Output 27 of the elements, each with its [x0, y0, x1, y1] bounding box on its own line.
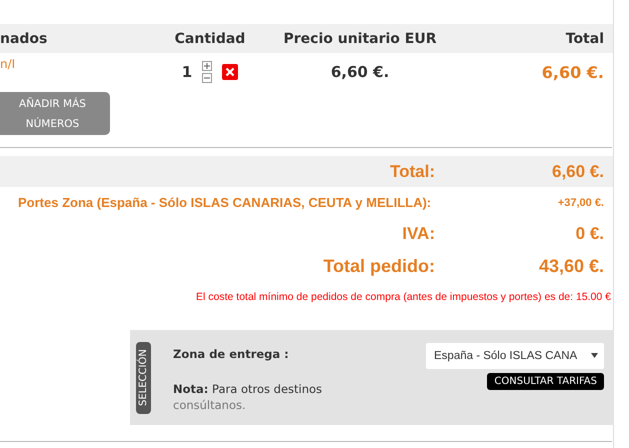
minimum-order-note: El coste total mínimo de pedidos de compra (antes de impuestos y portes) es de: 15.00 €: [195, 291, 612, 303]
summary-label: Portes Zona (España - Sólo ISLAS CANARIAS, CEUTA y MELILLA):: [17, 195, 432, 210]
summary-value: 6,60 €.: [551, 162, 604, 182]
column-header: Precio unitario EUR: [282, 30, 438, 46]
summary-value: +37,00 €.: [556, 196, 604, 208]
contact-link[interactable]: consúltanos.: [173, 398, 246, 412]
unit-price: 6,60 €.: [330, 63, 390, 81]
summary-label: Total:: [388, 162, 435, 182]
plus-icon[interactable]: [202, 61, 212, 71]
quantity: 1: [182, 63, 192, 81]
zone-select[interactable]: España - Sólo ISLAS CANA: [426, 342, 604, 368]
zone-label: Zona de entrega :: [173, 346, 289, 360]
column-header: Cantidad: [174, 30, 246, 46]
product-link[interactable]: n/I: [0, 53, 150, 71]
consult-rates-button[interactable]: CONSULTAR TARIFAS: [487, 372, 604, 390]
summary-value: 43,60 €.: [538, 256, 604, 276]
delivery-note: Nota: Para otros destinos consúltanos.: [173, 380, 324, 412]
delete-icon[interactable]: [222, 64, 238, 80]
summary-label: IVA:: [401, 224, 435, 244]
column-header: Total: [564, 30, 604, 46]
column-header: nados: [0, 30, 48, 46]
line-total: 6,60 €.: [540, 62, 604, 82]
summary-label: Total pedido:: [322, 256, 435, 276]
summary-value: 0 €.: [574, 224, 604, 244]
add-more-button[interactable]: AÑADIR MÁS NÚMEROS: [0, 92, 110, 135]
caret-icon: [591, 353, 598, 358]
minus-icon[interactable]: [202, 73, 212, 83]
